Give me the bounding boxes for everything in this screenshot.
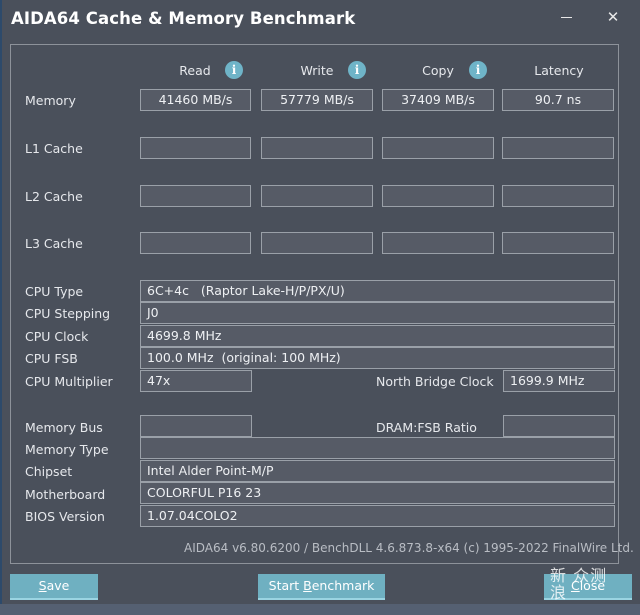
column-header-write: Write <box>300 63 334 78</box>
memory-bus-value <box>140 415 252 437</box>
memory-write-value: 57779 MB/s <box>261 89 373 111</box>
cpu-fsb-value: 100.0 MHz (original: 100 MHz) <box>140 347 615 369</box>
l2-read-value <box>140 185 251 207</box>
watermark: 新 众测浪 <box>550 567 607 601</box>
motherboard-label: Motherboard <box>25 487 106 502</box>
row-label-l1-cache: L1 Cache <box>25 141 83 156</box>
minimize-button[interactable] <box>553 6 579 28</box>
window-title: AIDA64 Cache & Memory Benchmark <box>11 9 356 28</box>
start-label-pre: Start <box>268 578 304 593</box>
cpu-clock-label: CPU Clock <box>25 329 89 344</box>
chipset-label: Chipset <box>25 464 73 479</box>
info-icon-write[interactable]: i <box>348 61 366 79</box>
memory-copy-value: 37409 MB/s <box>382 89 494 111</box>
start-label-rest: enchmark <box>311 578 375 593</box>
close-window-button[interactable]: ✕ <box>600 6 626 28</box>
cpu-stepping-value: J0 <box>140 302 615 324</box>
version-footer: AIDA64 v6.80.6200 / BenchDLL 4.6.873.8-x… <box>184 541 634 555</box>
save-button[interactable]: Save <box>10 574 98 600</box>
row-label-l3-cache: L3 Cache <box>25 236 83 251</box>
save-mnemonic: S <box>38 578 47 593</box>
memory-type-value <box>140 437 615 459</box>
row-label-memory: Memory <box>25 93 76 108</box>
start-mnemonic: B <box>303 578 312 593</box>
l3-read-value <box>140 232 251 254</box>
save-label: ave <box>46 578 70 593</box>
l2-latency-value <box>502 185 614 207</box>
memory-bus-label: Memory Bus <box>25 420 103 435</box>
north-bridge-clock-value: 1699.9 MHz <box>503 370 615 392</box>
window-edge <box>0 0 2 615</box>
column-header-copy: Copy <box>422 63 454 78</box>
info-icon-read[interactable]: i <box>225 61 243 79</box>
watermark-line-1: 新 众测 <box>550 566 608 585</box>
l3-copy-value <box>382 232 494 254</box>
info-icon-copy[interactable]: i <box>469 61 487 79</box>
cpu-multiplier-label: CPU Multiplier <box>25 374 113 389</box>
bios-version-label: BIOS Version <box>25 509 105 524</box>
dram-fsb-ratio-label: DRAM:FSB Ratio <box>376 420 477 435</box>
close-icon: ✕ <box>606 8 620 26</box>
north-bridge-clock-label: North Bridge Clock <box>376 374 494 389</box>
l1-copy-value <box>382 137 494 159</box>
cpu-stepping-label: CPU Stepping <box>25 306 111 321</box>
motherboard-value: COLORFUL P16 23 <box>140 482 615 504</box>
memory-latency-value: 90.7 ns <box>502 89 614 111</box>
column-header-read: Read <box>179 63 211 78</box>
l2-write-value <box>261 185 373 207</box>
cpu-fsb-label: CPU FSB <box>25 351 78 366</box>
minimize-icon <box>560 17 572 18</box>
taskbar-strip <box>0 604 640 615</box>
l2-copy-value <box>382 185 494 207</box>
l1-latency-value <box>502 137 614 159</box>
l3-latency-value <box>502 232 614 254</box>
l1-write-value <box>261 137 373 159</box>
cpu-clock-value: 4699.8 MHz <box>140 325 615 347</box>
bios-version-value: 1.07.04COLO2 <box>140 505 615 527</box>
l3-write-value <box>261 232 373 254</box>
dram-fsb-ratio-value <box>503 415 615 437</box>
cpu-type-label: CPU Type <box>25 284 84 299</box>
cpu-multiplier-value: 47x <box>140 370 252 392</box>
column-header-latency: Latency <box>534 63 584 78</box>
watermark-line-2: 浪 <box>550 583 568 602</box>
memory-type-label: Memory Type <box>25 442 109 457</box>
memory-read-value: 41460 MB/s <box>140 89 251 111</box>
l1-read-value <box>140 137 251 159</box>
row-label-l2-cache: L2 Cache <box>25 189 83 204</box>
chipset-value: Intel Alder Point-M/P <box>140 460 615 482</box>
cpu-type-value: 6C+4c (Raptor Lake-H/P/PX/U) <box>140 280 615 302</box>
start-benchmark-button[interactable]: Start Benchmark <box>258 574 385 600</box>
